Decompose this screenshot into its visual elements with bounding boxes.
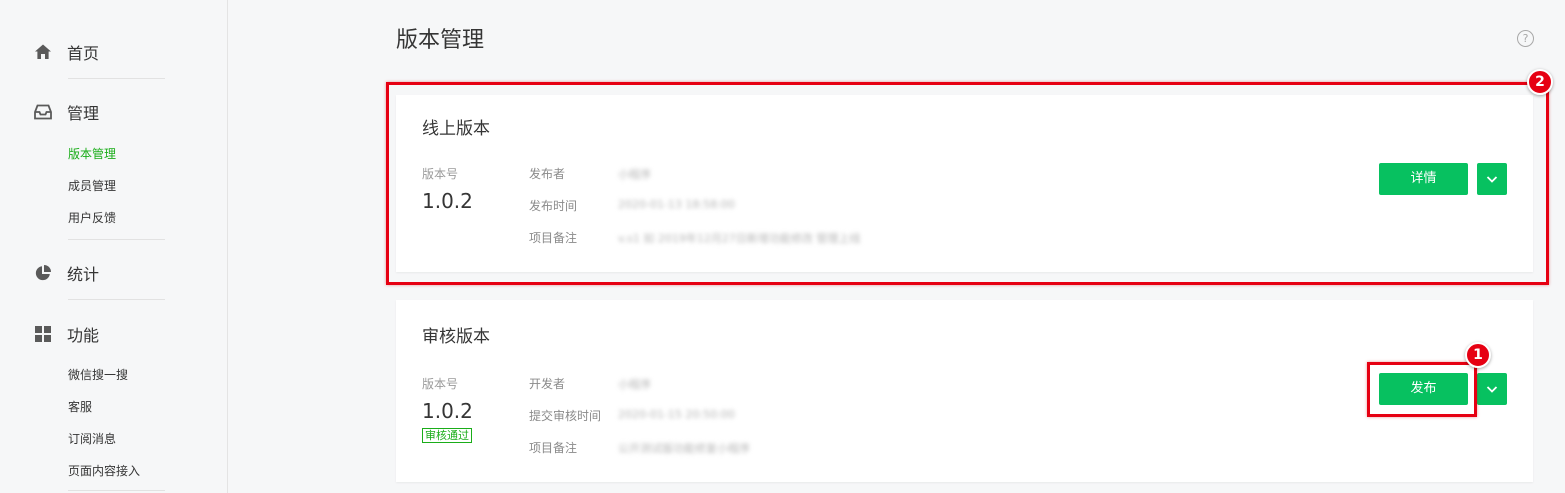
- sidebar-item-features[interactable]: 功能: [34, 322, 99, 346]
- annotation-badge-1: 1: [1465, 342, 1491, 368]
- grid-icon: [34, 325, 52, 343]
- version-number: 1.0.2: [422, 399, 473, 423]
- annotation-badge-2: 2: [1527, 69, 1553, 95]
- sidebar-item-home[interactable]: 首页: [34, 40, 99, 64]
- sidebar-item-stats[interactable]: 统计: [34, 261, 99, 285]
- sidebar-item-wechat-search[interactable]: 微信搜一搜: [68, 366, 128, 383]
- submit-review-time-value: 2020-01-15 20:50:00: [618, 408, 735, 421]
- sidebar-item-subscription-message[interactable]: 订阅消息: [68, 430, 116, 447]
- sidebar-item-user-feedback[interactable]: 用户反馈: [68, 209, 116, 226]
- sidebar-divider: [68, 239, 165, 240]
- sidebar-divider: [68, 490, 165, 491]
- sidebar-item-manage[interactable]: 管理: [34, 100, 99, 124]
- inbox-icon: [34, 103, 52, 121]
- sidebar-item-label: 统计: [67, 265, 100, 284]
- sidebar-item-customer-service[interactable]: 客服: [68, 398, 92, 415]
- sidebar-item-member-management[interactable]: 成员管理: [68, 177, 116, 194]
- sidebar: 首页 管理 版本管理 成员管理 用户反馈 统计 功能 微信搜一搜 客服 订阅消息…: [0, 0, 228, 493]
- status-badge: 审核通过: [422, 428, 472, 443]
- review-more-dropdown-button[interactable]: [1477, 373, 1507, 405]
- pie-chart-icon: [34, 264, 52, 282]
- sidebar-item-label: 管理: [67, 104, 100, 123]
- sidebar-divider: [68, 299, 165, 300]
- help-icon[interactable]: ?: [1517, 30, 1534, 47]
- chevron-down-icon: [1486, 386, 1498, 393]
- sidebar-item-version-management[interactable]: 版本管理: [68, 145, 116, 162]
- developer-label: 开发者: [529, 377, 566, 391]
- project-note-label: 项目备注: [529, 441, 578, 455]
- page-title: 版本管理: [396, 28, 485, 53]
- sidebar-item-page-content[interactable]: 页面内容接入: [68, 462, 140, 479]
- annotation-box-publish: [1367, 362, 1477, 417]
- submit-review-time-label: 提交审核时间: [529, 409, 602, 423]
- review-version-card: 审核版本 版本号 1.0.2 审核通过 开发者 小程序 提交审核时间 2020-…: [396, 300, 1533, 482]
- home-icon: [34, 43, 52, 61]
- sidebar-item-label: 功能: [67, 326, 100, 345]
- sidebar-divider: [68, 78, 165, 79]
- developer-value: 小程序: [618, 378, 651, 391]
- annotation-box-online-version: [386, 82, 1549, 285]
- project-note-value: 公开测试版功能修复小程序: [618, 442, 750, 455]
- version-label: 版本号: [422, 377, 459, 391]
- card-title: 审核版本: [422, 327, 490, 347]
- sidebar-item-label: 首页: [67, 44, 100, 63]
